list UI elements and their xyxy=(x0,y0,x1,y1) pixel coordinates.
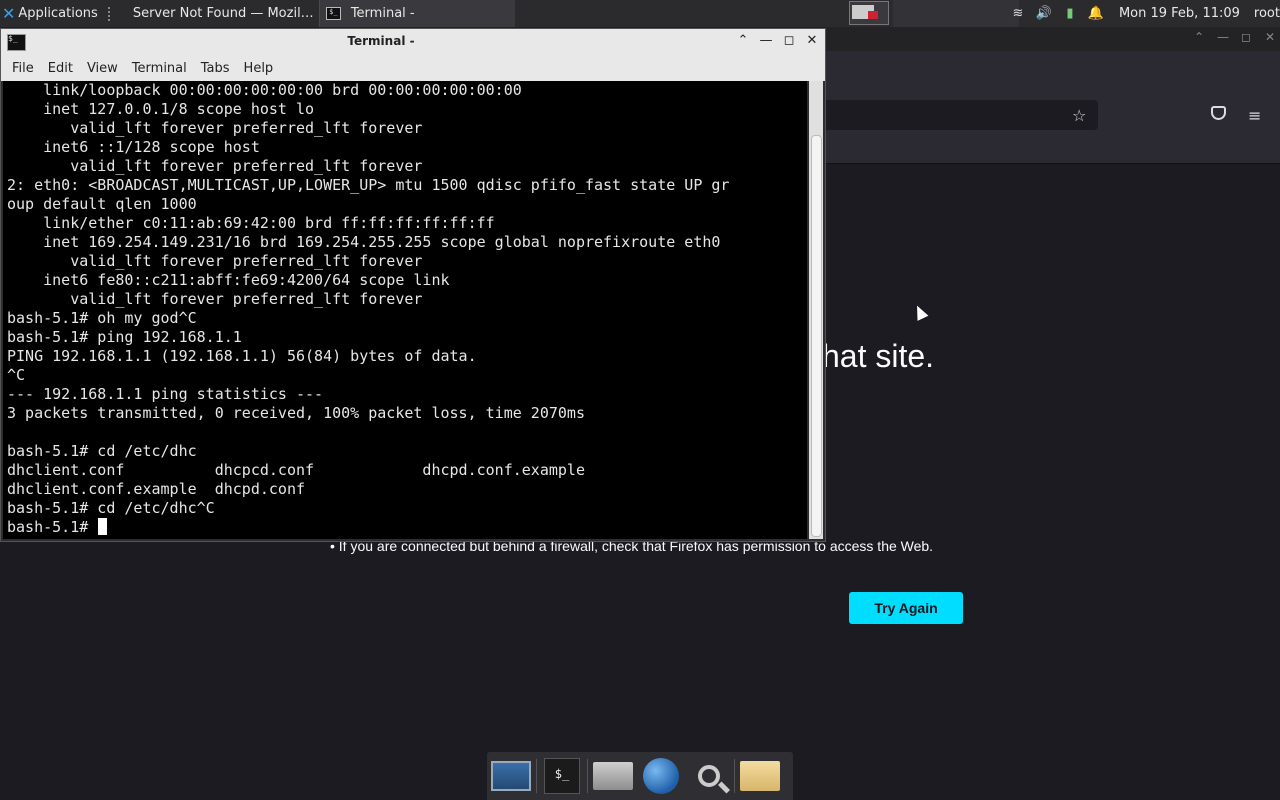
dock-separator xyxy=(587,759,588,793)
firefox-shade-button[interactable]: ⌃ xyxy=(1194,30,1204,44)
firefox-maximize-button[interactable]: ◻ xyxy=(1241,30,1251,44)
wifi-icon[interactable]: ≋ xyxy=(1009,6,1027,21)
terminal-line: valid_lft forever preferred_lft forever xyxy=(7,157,423,175)
hamburger-menu-icon[interactable]: ≡ xyxy=(1248,106,1261,125)
terminal-icon: $_ xyxy=(325,7,341,20)
error-page-title: hat site. xyxy=(822,338,935,374)
battery-icon[interactable]: ▮ xyxy=(1061,6,1079,21)
minimize-button[interactable]: — xyxy=(758,33,774,48)
system-tray: ≋ 🔊 ▮ 🔔 Mon 19 Feb, 11:09 root xyxy=(1005,0,1280,27)
terminal-line: bash-5.1# ping 192.168.1.1 xyxy=(7,328,242,346)
terminal-output-area[interactable]: link/loopback 00:00:00:00:00:00 brd 00:0… xyxy=(3,81,807,539)
dock-web-browser[interactable] xyxy=(637,754,685,798)
terminal-line: PING 192.168.1.1 (192.168.1.1) 56(84) by… xyxy=(7,347,477,365)
magnifier-icon xyxy=(698,765,720,787)
menu-tabs[interactable]: Tabs xyxy=(201,61,230,76)
terminal-line: valid_lft forever preferred_lft forever xyxy=(7,119,423,137)
terminal-line: inet6 fe80::c211:abff:fe69:4200/64 scope… xyxy=(7,271,450,289)
volume-icon[interactable]: 🔊 xyxy=(1035,6,1053,21)
close-button[interactable]: ✕ xyxy=(804,33,820,48)
scrollbar-thumb[interactable] xyxy=(811,135,822,537)
workspace-window-thumb xyxy=(868,11,878,19)
dock-separator xyxy=(536,759,537,793)
terminal-titlebar[interactable]: $_ Terminal - ⌃ — ◻ ✕ xyxy=(1,29,825,55)
try-again-button[interactable]: Try Again xyxy=(849,592,963,624)
terminal-line: oup default qlen 1000 xyxy=(7,195,197,213)
panel-separator xyxy=(107,6,113,21)
top-panel: ✕ Applications Server Not Found — Mozil…… xyxy=(0,0,1280,27)
applications-menu-button[interactable]: ✕ Applications xyxy=(0,0,102,27)
taskbar-item-label: Server Not Found — Mozil… xyxy=(132,6,314,21)
user-menu[interactable]: root xyxy=(1254,6,1280,21)
shade-button[interactable]: ⌃ xyxy=(735,33,751,48)
firefox-url-bar[interactable] xyxy=(826,100,1098,130)
terminal-emulator-icon: $_ xyxy=(544,758,580,794)
firefox-bookmarks-bar xyxy=(826,136,1280,164)
home-folder-icon xyxy=(593,762,633,790)
terminal-line: 3 packets transmitted, 0 received, 100% … xyxy=(7,404,585,422)
terminal-line: inet 127.0.0.1/8 scope host lo xyxy=(7,100,315,118)
taskbar-item-terminal[interactable]: $_ Terminal - xyxy=(318,0,515,27)
menu-terminal[interactable]: Terminal xyxy=(132,61,187,76)
terminal-window-title: Terminal - xyxy=(347,34,415,48)
taskbar-item-label: Terminal - xyxy=(350,6,415,21)
terminal-output: link/loopback 00:00:00:00:00:00 brd 00:0… xyxy=(3,81,807,537)
terminal-line: valid_lft forever preferred_lft forever xyxy=(7,290,423,308)
terminal-line: link/loopback 00:00:00:00:00:00 brd 00:0… xyxy=(7,81,522,99)
terminal-line: --- 192.168.1.1 ping statistics --- xyxy=(7,385,324,403)
menu-view[interactable]: View xyxy=(87,61,118,76)
notification-bell-icon[interactable]: 🔔 xyxy=(1087,6,1105,21)
dock-terminal[interactable]: $_ xyxy=(538,754,586,798)
menu-edit[interactable]: Edit xyxy=(48,61,73,76)
menu-file[interactable]: File xyxy=(12,61,34,76)
web-browser-globe-icon xyxy=(643,758,679,794)
xfce-logo-icon: ✕ xyxy=(2,4,16,23)
clock[interactable]: Mon 19 Feb, 11:09 xyxy=(1119,6,1240,21)
dock-file-manager[interactable] xyxy=(736,754,784,798)
terminal-line: bash-5.1# cd /etc/dhc^C xyxy=(7,499,215,517)
terminal-menubar: File Edit View Terminal Tabs Help xyxy=(1,55,825,81)
show-desktop-icon xyxy=(491,761,531,791)
terminal-line: valid_lft forever preferred_lft forever xyxy=(7,252,423,270)
terminal-line: inet 169.254.149.231/16 brd 169.254.255.… xyxy=(7,233,721,251)
dock-show-desktop[interactable] xyxy=(487,754,535,798)
firefox-titlebar xyxy=(826,27,1280,51)
taskbar-item-firefox[interactable]: Server Not Found — Mozil… xyxy=(119,0,319,27)
firefox-close-button[interactable]: ✕ xyxy=(1265,30,1275,44)
firefox-minimize-button[interactable]: — xyxy=(1217,30,1229,44)
maximize-button[interactable]: ◻ xyxy=(781,33,797,48)
dock-separator xyxy=(734,759,735,793)
terminal-line: 2: eth0: <BROADCAST,MULTICAST,UP,LOWER_U… xyxy=(7,176,730,194)
dock-home-folder[interactable] xyxy=(589,754,637,798)
applications-menu-label: Applications xyxy=(18,6,98,21)
folder-icon xyxy=(740,761,780,791)
terminal-line: bash-5.1# oh my god^C xyxy=(7,309,197,327)
terminal-window: $_ Terminal - ⌃ — ◻ ✕ File Edit View Ter… xyxy=(0,28,826,542)
terminal-scrollbar[interactable] xyxy=(809,81,823,539)
terminal-line: ^C xyxy=(7,366,26,384)
workspace-switcher-others[interactable] xyxy=(893,0,1019,27)
bookmark-star-icon[interactable]: ☆ xyxy=(1072,106,1086,125)
dock-app-finder[interactable] xyxy=(685,754,733,798)
terminal-prompt: bash-5.1# xyxy=(7,518,98,536)
terminal-line: dhclient.conf.example dhcpd.conf xyxy=(7,480,306,498)
terminal-line: dhclient.conf dhcpcd.conf dhcpd.conf.exa… xyxy=(7,461,585,479)
workspace-switcher-1[interactable] xyxy=(849,1,889,25)
bottom-dock: $_ xyxy=(487,752,793,800)
terminal-line: link/ether c0:11:ab:69:42:00 brd ff:ff:f… xyxy=(7,214,495,232)
text-cursor xyxy=(98,518,108,535)
terminal-line: bash-5.1# cd /etc/dhc xyxy=(7,442,197,460)
menu-help[interactable]: Help xyxy=(244,61,274,76)
terminal-line: inet6 ::1/128 scope host xyxy=(7,138,260,156)
